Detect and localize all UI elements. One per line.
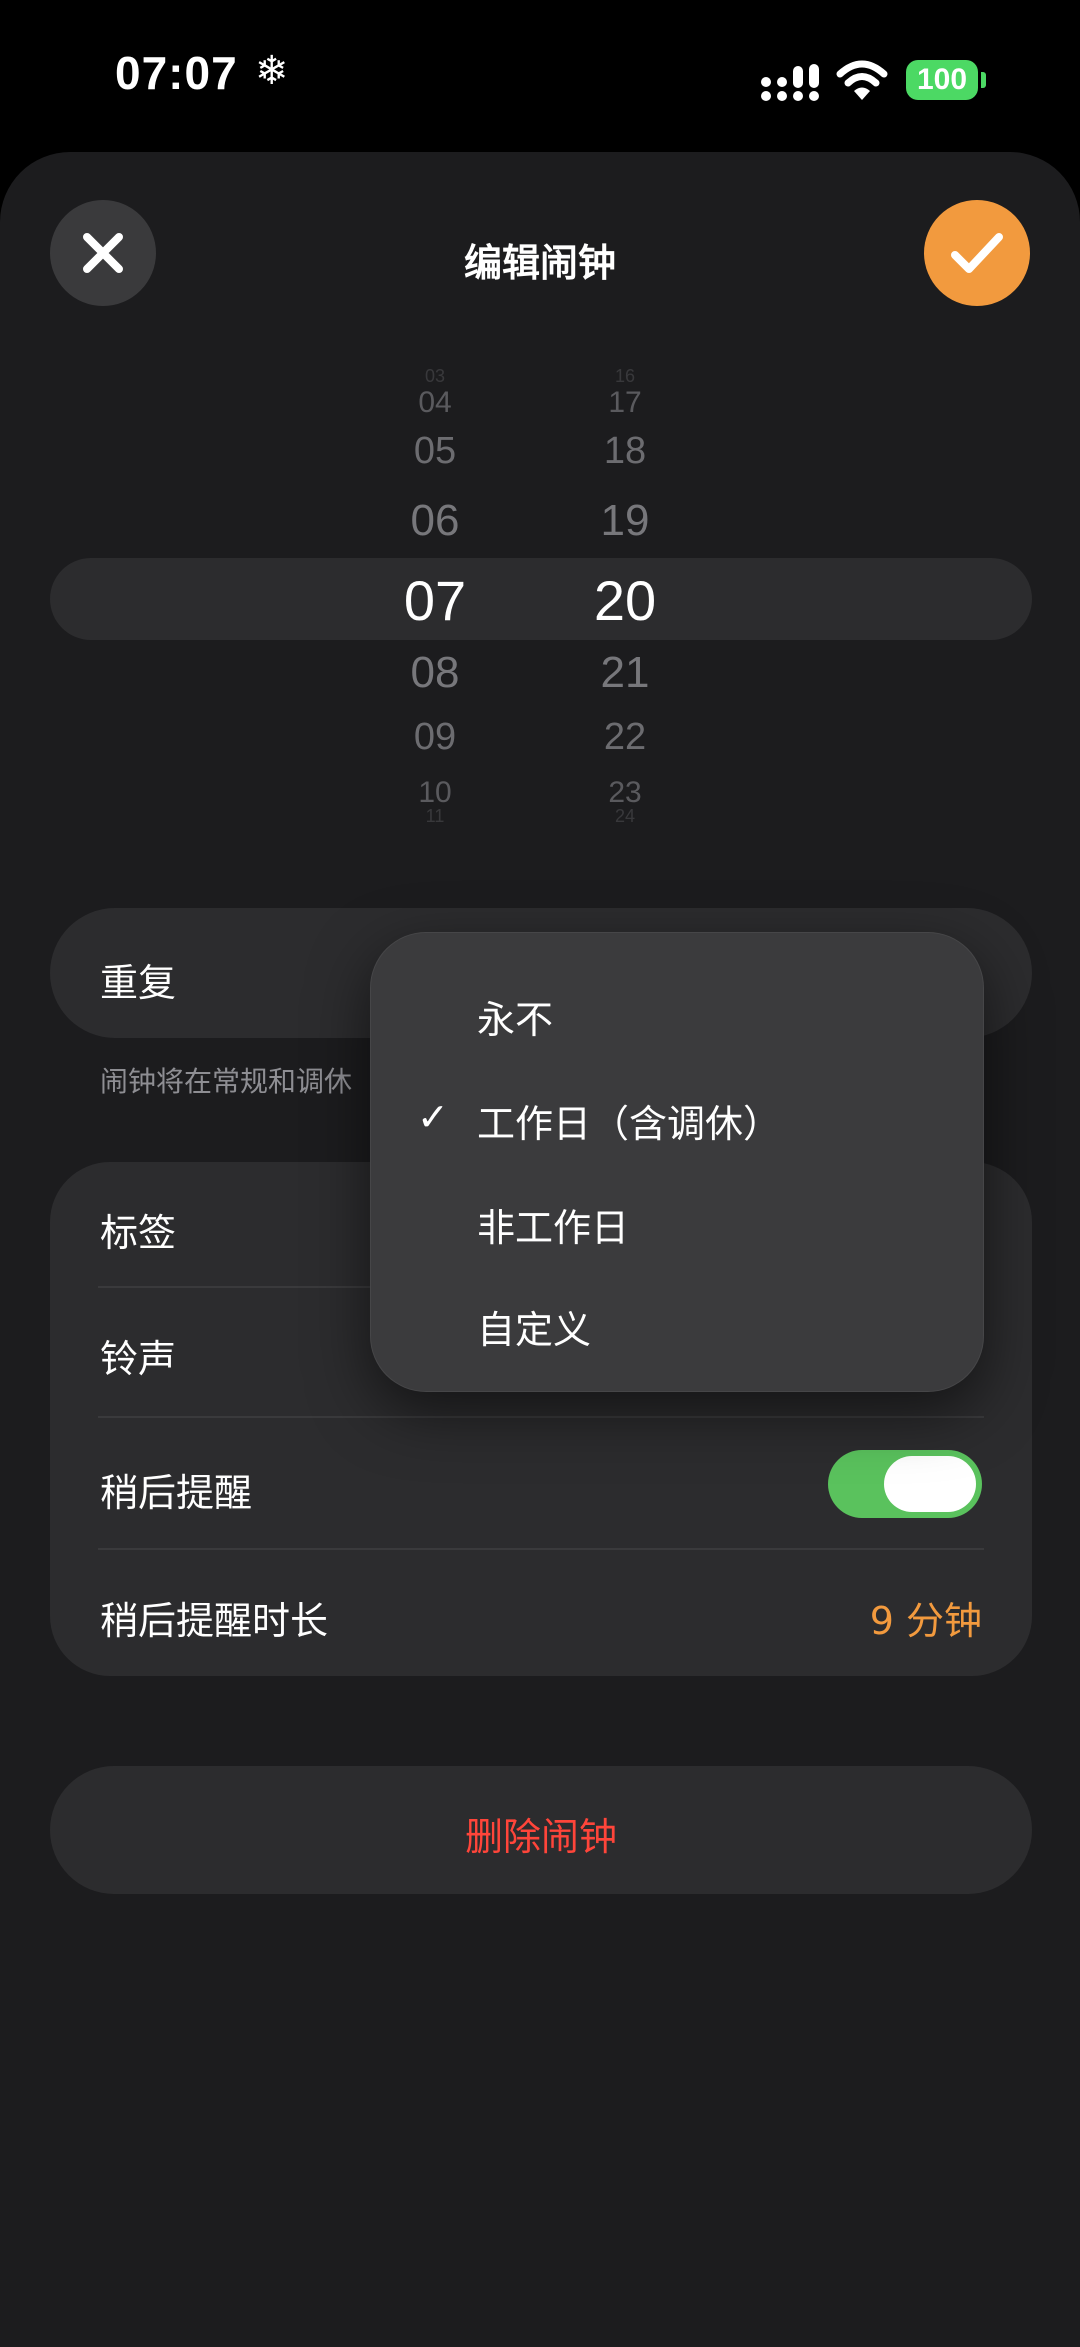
wifi-icon xyxy=(836,60,888,100)
repeat-menu: ✓ 永不 ✓ 工作日（含调休） ✓ 非工作日 ✓ 自定义 xyxy=(370,932,984,1392)
checkmark-icon xyxy=(951,233,1003,273)
minute-value[interactable]: 17 xyxy=(560,386,690,420)
minute-value[interactable]: 16 xyxy=(560,366,690,387)
menu-item-workdays[interactable]: ✓ 工作日（含调休） xyxy=(371,1065,983,1165)
delete-alarm-button[interactable]: 删除闹钟 xyxy=(50,1766,1032,1894)
snooze-row-label: 稍后提醒 xyxy=(100,1471,253,1515)
menu-item-label: 自定义 xyxy=(477,1308,592,1352)
hour-value[interactable]: 09 xyxy=(370,716,500,759)
snooze-row: 稍后提醒 xyxy=(50,1418,1032,1548)
hour-value[interactable]: 05 xyxy=(370,430,500,473)
menu-item-never[interactable]: ✓ 永不 xyxy=(371,961,983,1061)
hour-value[interactable]: 06 xyxy=(370,496,500,546)
battery-nub xyxy=(981,72,986,88)
menu-item-label: 非工作日 xyxy=(477,1206,630,1250)
menu-item-non-workdays[interactable]: ✓ 非工作日 xyxy=(371,1169,983,1269)
battery-icon: 100 xyxy=(906,60,978,100)
minute-value[interactable]: 21 xyxy=(560,648,690,698)
minute-wheel[interactable]: 16 17 18 19 20 21 22 23 24 xyxy=(560,360,690,826)
minute-value[interactable]: 19 xyxy=(560,496,690,546)
status-bar: 07:07 ❄ 100 xyxy=(0,0,1080,150)
hour-value[interactable]: 04 xyxy=(370,386,500,420)
menu-item-label: 工作日（含调休） xyxy=(477,1102,782,1146)
minute-value[interactable]: 22 xyxy=(560,716,690,759)
toggle-knob xyxy=(884,1456,976,1512)
snooze-toggle[interactable] xyxy=(828,1450,982,1518)
picker-selection-band xyxy=(50,558,1032,640)
minute-value[interactable]: 24 xyxy=(560,806,690,827)
snowflake-icon: ❄ xyxy=(255,48,289,94)
minute-value[interactable]: 18 xyxy=(560,430,690,473)
label-row-label: 标签 xyxy=(100,1211,177,1255)
delete-alarm-label: 删除闹钟 xyxy=(464,1815,617,1859)
menu-item-label: 永不 xyxy=(477,998,554,1042)
hour-value[interactable]: 08 xyxy=(370,648,500,698)
hour-value[interactable]: 10 xyxy=(370,776,500,810)
repeat-label: 重复 xyxy=(100,961,177,1005)
menu-item-custom[interactable]: ✓ 自定义 xyxy=(371,1271,983,1371)
signal-icon xyxy=(761,64,819,101)
checkmark-icon: ✓ xyxy=(417,1095,449,1139)
hour-selected-value[interactable]: 07 xyxy=(370,568,500,633)
page-title: 编辑闹钟 xyxy=(463,241,616,285)
status-time: 07:07 xyxy=(115,47,238,99)
snooze-duration-row[interactable]: 稍后提醒时长 9 分钟 xyxy=(50,1550,1032,1676)
snooze-duration-value: 9 分钟 xyxy=(869,1599,982,1643)
minute-selected-value[interactable]: 20 xyxy=(560,568,690,633)
confirm-button[interactable] xyxy=(924,200,1030,306)
snooze-duration-label: 稍后提醒时长 xyxy=(100,1599,329,1643)
ringtone-row-label: 铃声 xyxy=(100,1337,177,1381)
minute-value[interactable]: 23 xyxy=(560,776,690,810)
repeat-footnote: 闹钟将在常规和调休 xyxy=(100,1065,353,1098)
hour-wheel[interactable]: 03 04 05 06 07 08 09 10 11 xyxy=(370,360,500,826)
hour-value[interactable]: 11 xyxy=(370,806,500,827)
hour-value[interactable]: 03 xyxy=(370,366,500,387)
